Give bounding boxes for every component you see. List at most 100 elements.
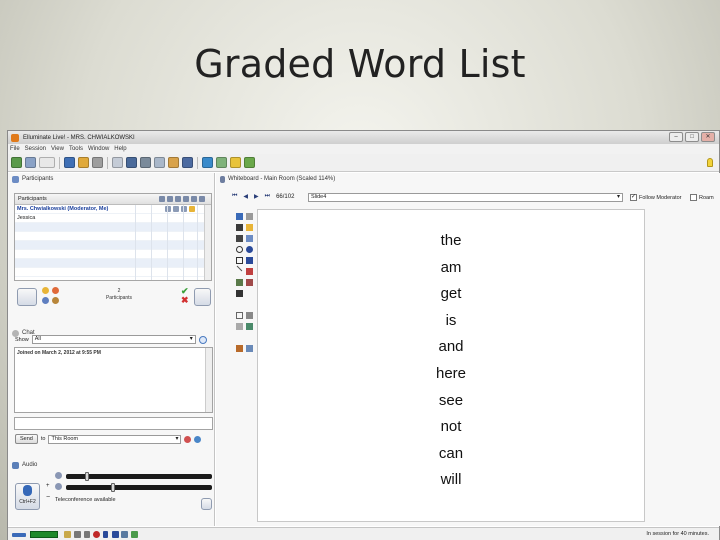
app-column-icon[interactable] xyxy=(199,196,205,202)
notes-icon[interactable] xyxy=(78,157,89,168)
chat-column-icon[interactable] xyxy=(175,196,181,202)
clipart-library-icon[interactable] xyxy=(236,290,243,297)
pen-tool-icon[interactable] xyxy=(236,224,243,231)
maximize-button[interactable]: □ xyxy=(685,132,699,142)
emotion-icon[interactable] xyxy=(42,297,49,304)
globe-icon[interactable] xyxy=(140,157,151,168)
stop-icon[interactable] xyxy=(112,531,119,538)
whiteboard-column-icon[interactable] xyxy=(191,196,197,202)
menu-file[interactable]: File xyxy=(10,144,20,154)
open-file-icon[interactable] xyxy=(236,345,243,352)
screen-share-icon[interactable] xyxy=(246,345,253,352)
disagree-x-icon[interactable]: ✖ xyxy=(181,295,189,306)
chat-transcript[interactable]: Joined on March 2, 2012 at 9:55 PM xyxy=(14,347,213,413)
away-icon[interactable] xyxy=(52,297,59,304)
zoom-tool-icon[interactable] xyxy=(236,312,243,319)
empty-row xyxy=(15,250,211,259)
last-page-icon[interactable]: ⏭ xyxy=(265,193,270,200)
whiteboard-canvas[interactable]: the am get is and here see not can will xyxy=(257,209,645,522)
minimize-button[interactable]: – xyxy=(669,132,683,142)
timer-icon[interactable] xyxy=(202,157,213,168)
screen-capture-tool-icon[interactable] xyxy=(246,279,253,286)
previous-page-icon[interactable]: ◀ xyxy=(243,193,248,200)
line-tool-icon[interactable] xyxy=(236,265,243,272)
participant-row[interactable]: Jessica xyxy=(15,214,211,223)
refresh-icon[interactable] xyxy=(198,335,207,344)
lightbulb-icon[interactable] xyxy=(707,158,713,167)
applause-icon[interactable] xyxy=(52,287,59,294)
video-column-icon[interactable] xyxy=(183,196,189,202)
filled-rectangle-tool-icon[interactable] xyxy=(246,257,253,264)
copy-tool-icon[interactable] xyxy=(236,323,243,330)
chat-message-input[interactable] xyxy=(14,417,213,430)
rectangle-tool-icon[interactable] xyxy=(236,257,243,264)
audio-permission-icon[interactable] xyxy=(173,206,179,212)
save-icon[interactable] xyxy=(11,157,22,168)
menu-help[interactable]: Help xyxy=(114,144,126,154)
pause-icon[interactable] xyxy=(103,531,108,538)
recipient-select[interactable]: This Room xyxy=(48,434,182,444)
people-icon xyxy=(131,531,138,538)
roam-checkbox[interactable] xyxy=(690,194,697,201)
send-button[interactable]: Send xyxy=(15,434,38,444)
print-icon[interactable] xyxy=(25,157,36,168)
participant-row[interactable]: Mrs. Chwialkowski (Moderator, Me) xyxy=(15,205,211,214)
filled-ellipse-tool-icon[interactable] xyxy=(246,246,253,253)
ellipse-tool-icon[interactable] xyxy=(236,246,243,253)
quiz-icon[interactable] xyxy=(230,157,241,168)
pen-permission-icon[interactable] xyxy=(189,206,195,212)
speaker-volume-knob[interactable] xyxy=(111,483,116,492)
speaker-volume-track[interactable] xyxy=(66,485,212,490)
pointer-tool-icon[interactable] xyxy=(246,268,253,275)
profile-icon[interactable] xyxy=(182,157,193,168)
mic-volume-knob[interactable] xyxy=(84,472,89,481)
paste-tool-icon[interactable] xyxy=(246,323,253,330)
select-tool-icon[interactable] xyxy=(236,213,243,220)
polling-icon[interactable] xyxy=(168,157,179,168)
list-icon[interactable] xyxy=(92,157,103,168)
highlighter-tool-icon[interactable] xyxy=(246,224,253,231)
video-permission-icon[interactable] xyxy=(181,206,187,212)
raise-hand-button[interactable] xyxy=(17,288,37,306)
participants-scrollbar[interactable] xyxy=(204,205,211,280)
follow-moderator-toggle[interactable]: ✓ Follow Moderator xyxy=(630,194,682,201)
participant-count: 2 Participants xyxy=(104,288,134,302)
teleconference-button[interactable] xyxy=(201,498,212,510)
smile-icon[interactable] xyxy=(42,287,49,294)
menu-view[interactable]: View xyxy=(51,144,64,154)
chat-scrollbar[interactable] xyxy=(205,348,212,412)
empty-row xyxy=(15,223,211,232)
close-button[interactable]: ✕ xyxy=(701,132,715,142)
file-transfer-icon[interactable] xyxy=(154,157,165,168)
clipart-tool-icon[interactable] xyxy=(246,235,253,242)
layout-select-icon[interactable] xyxy=(39,157,55,168)
participants-icon xyxy=(12,175,19,183)
participant-count-label: Participants xyxy=(105,295,133,301)
speaker-icon[interactable] xyxy=(184,435,192,443)
mic-column-icon[interactable] xyxy=(167,196,173,202)
breakout-icon[interactable] xyxy=(216,157,227,168)
chat-send-row: Send to This Room xyxy=(15,434,202,444)
slide-select[interactable]: Slide4 xyxy=(308,193,623,202)
record-icon[interactable] xyxy=(93,531,100,538)
whiteboard-icon[interactable] xyxy=(64,157,75,168)
menu-session[interactable]: Session xyxy=(25,144,46,154)
eye-icon[interactable] xyxy=(194,435,202,443)
chat-permission-icon[interactable] xyxy=(165,206,171,212)
roam-toggle[interactable]: Roam xyxy=(690,194,714,201)
cut-tool-icon[interactable] xyxy=(246,312,253,319)
eraser-tool-icon[interactable] xyxy=(246,213,253,220)
status-column-icon[interactable] xyxy=(159,196,165,202)
next-page-icon[interactable]: ▶ xyxy=(254,193,259,200)
follow-moderator-checkbox[interactable]: ✓ xyxy=(630,194,637,201)
app-share-icon[interactable] xyxy=(126,157,137,168)
web-tour-icon[interactable] xyxy=(112,157,123,168)
exit-session-button[interactable] xyxy=(194,288,211,306)
menu-window[interactable]: Window xyxy=(88,144,109,154)
text-tool-icon[interactable] xyxy=(236,235,243,242)
show-filter-select[interactable]: All xyxy=(31,335,196,344)
menu-tools[interactable]: Tools xyxy=(69,144,83,154)
first-page-icon[interactable]: ⏮ xyxy=(232,193,237,200)
image-tool-icon[interactable] xyxy=(236,279,243,286)
recorder-icon[interactable] xyxy=(244,157,255,168)
